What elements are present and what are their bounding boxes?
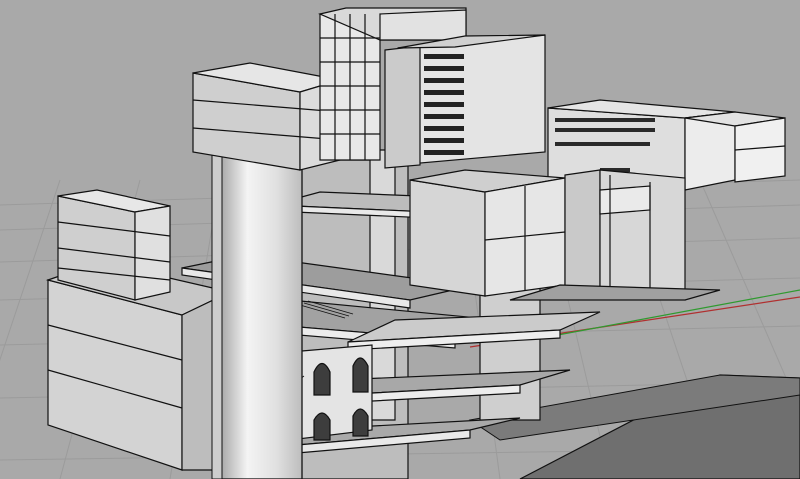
perspective-viewport[interactable] [0, 0, 800, 479]
viewport-hit-area[interactable] [0, 0, 800, 479]
3d-scene[interactable] [0, 0, 800, 479]
